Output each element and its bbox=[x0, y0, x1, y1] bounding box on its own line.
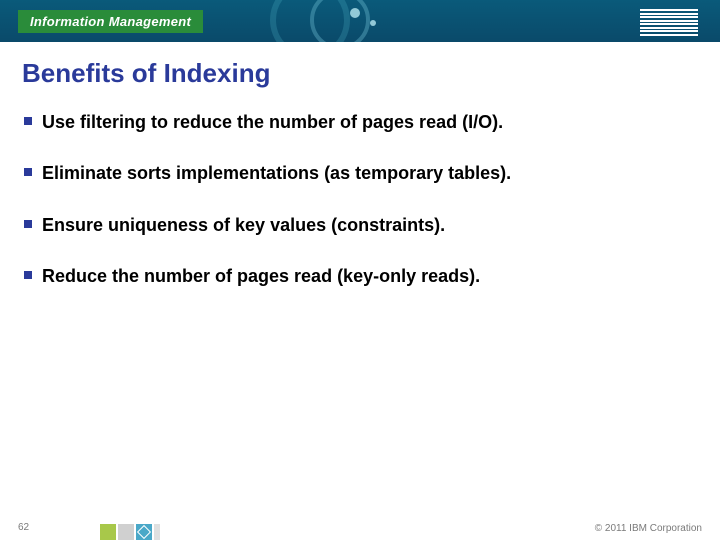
page-number: 62 bbox=[18, 522, 29, 533]
bullet-item: Reduce the number of pages read (key-onl… bbox=[24, 265, 696, 288]
bullet-marker-icon bbox=[24, 117, 32, 125]
footer-decoration bbox=[100, 522, 162, 540]
bullet-marker-icon bbox=[24, 271, 32, 279]
bullet-text: Eliminate sorts implementations (as temp… bbox=[42, 162, 511, 185]
brand-label: Information Management bbox=[18, 10, 203, 33]
bullet-item: Eliminate sorts implementations (as temp… bbox=[24, 162, 696, 185]
header-decoration bbox=[260, 0, 420, 42]
ibm-logo-icon bbox=[640, 9, 698, 36]
bullet-marker-icon bbox=[24, 168, 32, 176]
footer-bar: 62 © 2011 IBM Corporation bbox=[0, 514, 720, 540]
bullet-item: Ensure uniqueness of key values (constra… bbox=[24, 214, 696, 237]
slide-title: Benefits of Indexing bbox=[22, 58, 720, 89]
copyright-text: © 2011 IBM Corporation bbox=[595, 523, 702, 534]
bullet-text: Use filtering to reduce the number of pa… bbox=[42, 111, 503, 134]
header-bar: Information Management bbox=[0, 0, 720, 42]
bullet-marker-icon bbox=[24, 220, 32, 228]
bullet-item: Use filtering to reduce the number of pa… bbox=[24, 111, 696, 134]
bullet-text: Reduce the number of pages read (key-onl… bbox=[42, 265, 480, 288]
bullet-text: Ensure uniqueness of key values (constra… bbox=[42, 214, 445, 237]
slide-content: Use filtering to reduce the number of pa… bbox=[0, 111, 720, 289]
